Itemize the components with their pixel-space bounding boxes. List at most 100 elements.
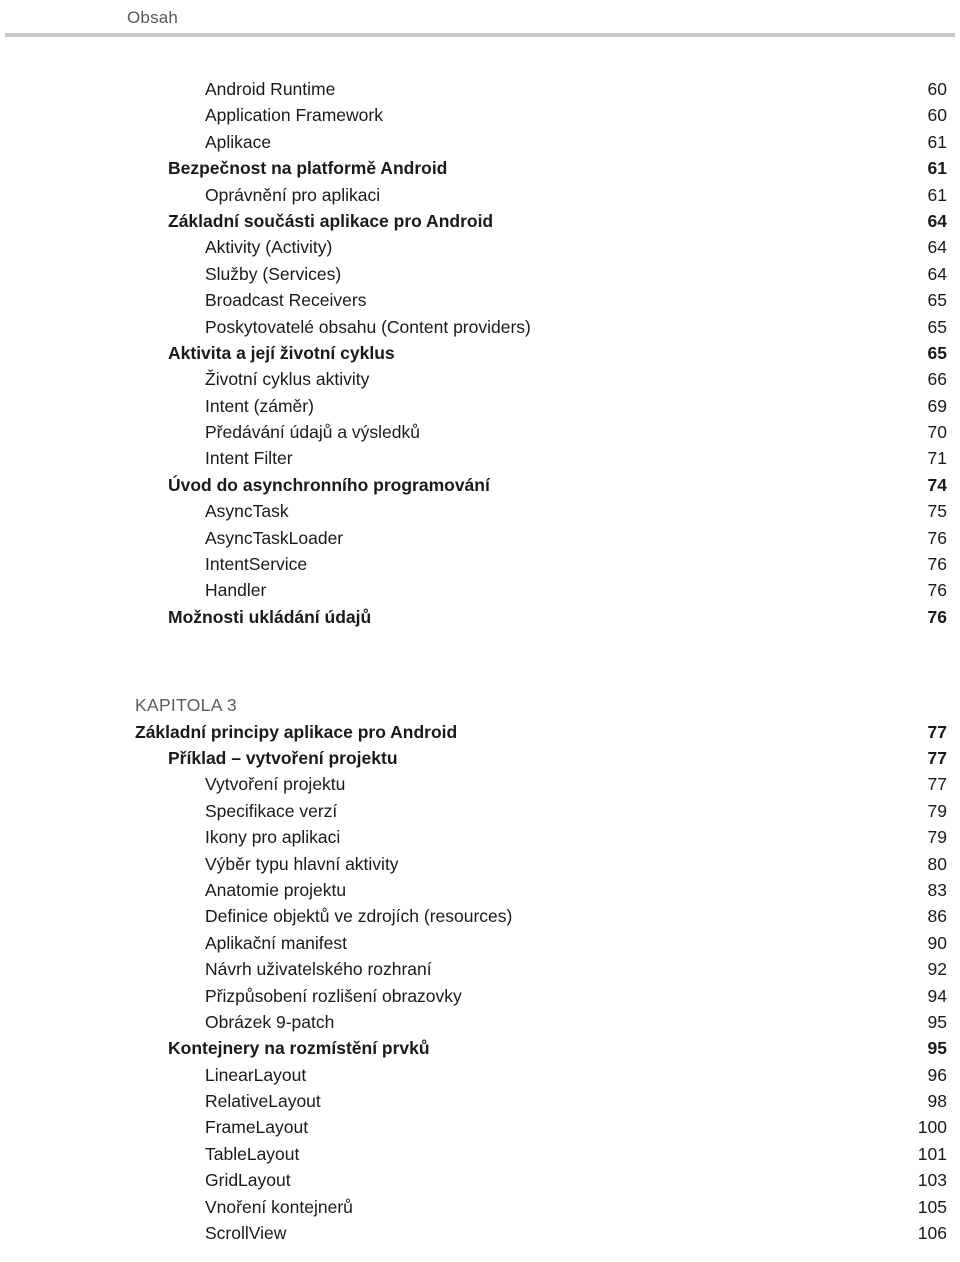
toc-entry[interactable]: Služby (Services) 64 bbox=[0, 261, 960, 287]
toc-entry-label: AsyncTask bbox=[205, 501, 289, 522]
toc-entry[interactable]: Specifikace verzí 79 bbox=[0, 798, 960, 824]
toc-entry-page-number: 105 bbox=[917, 1196, 947, 1217]
toc-entry-page-number: 64 bbox=[927, 210, 947, 231]
toc-entry[interactable]: Možnosti ukládání údajů 76 bbox=[0, 604, 960, 630]
toc-entry[interactable]: Definice objektů ve zdrojích (resources)… bbox=[0, 903, 960, 929]
toc-entry[interactable]: Předávání údajů a výsledků 70 bbox=[0, 419, 960, 445]
toc-entry[interactable]: RelativeLayout 98 bbox=[0, 1088, 960, 1114]
toc-entry[interactable]: Základní principy aplikace pro Android 77 bbox=[0, 719, 960, 745]
toc-entry[interactable]: Obrázek 9-patch 95 bbox=[0, 1009, 960, 1035]
toc-entry-label: GridLayout bbox=[205, 1170, 291, 1191]
toc-entry-label: Broadcast Receivers bbox=[205, 290, 367, 311]
toc-entry-page-number: 65 bbox=[927, 316, 947, 337]
toc-entry[interactable]: Aktivity (Activity) 64 bbox=[0, 234, 960, 260]
toc-entry-page-number: 61 bbox=[927, 184, 947, 205]
toc-entry[interactable]: IntentService 76 bbox=[0, 551, 960, 577]
toc-entry-label: Intent Filter bbox=[205, 448, 293, 469]
toc-entry[interactable]: LinearLayout 96 bbox=[0, 1062, 960, 1088]
toc-entry-page-number: 71 bbox=[927, 448, 947, 469]
toc-entry[interactable]: ScrollView 106 bbox=[0, 1220, 960, 1246]
toc-entry-page-number: 79 bbox=[927, 800, 947, 821]
running-head-title: Obsah bbox=[127, 8, 179, 27]
toc-entry-label: FrameLayout bbox=[205, 1117, 309, 1138]
toc-entry-label: Intent (záměr) bbox=[205, 395, 314, 416]
toc-entry-page-number: 83 bbox=[927, 879, 947, 900]
toc-entry[interactable]: Aplikační manifest 90 bbox=[0, 930, 960, 956]
toc-entry-page-number: 86 bbox=[927, 906, 947, 927]
toc-entry-label: RelativeLayout bbox=[205, 1091, 321, 1112]
toc-entry[interactable]: Broadcast Receivers 65 bbox=[0, 287, 960, 313]
toc-entry[interactable]: AsyncTask 75 bbox=[0, 498, 960, 524]
toc-entry[interactable]: Intent Filter 71 bbox=[0, 445, 960, 471]
toc-entry-label: Možnosti ukládání údajů bbox=[168, 606, 372, 627]
toc-entry[interactable]: Ikony pro aplikaci 79 bbox=[0, 824, 960, 850]
toc-entry[interactable]: Základní součásti aplikace pro Android 64 bbox=[0, 208, 960, 234]
toc-entry-label: Android Runtime bbox=[205, 79, 336, 99]
toc-entry-label: Přizpůsobení rozlišení obrazovky bbox=[205, 985, 462, 1006]
toc-entry[interactable]: TableLayout 101 bbox=[0, 1141, 960, 1167]
toc-entry-label: Životní cyklus aktivity bbox=[205, 369, 370, 390]
toc-entry-page-number: 77 bbox=[927, 721, 947, 742]
toc-entry-label: Oprávnění pro aplikaci bbox=[205, 184, 381, 205]
toc-entry-page-number: 95 bbox=[927, 1011, 947, 1032]
toc-entry-page-number: 76 bbox=[927, 580, 947, 601]
toc-entry-label: Příklad – vytvoření projektu bbox=[168, 747, 398, 768]
toc-entry[interactable]: Přizpůsobení rozlišení obrazovky 94 bbox=[0, 983, 960, 1009]
toc-entry-page-number: 60 bbox=[927, 79, 947, 99]
toc-entry-label: Definice objektů ve zdrojích (resources) bbox=[205, 906, 513, 927]
toc-entry-page-number: 60 bbox=[927, 105, 947, 126]
toc-entry-page-number: 95 bbox=[927, 1038, 947, 1059]
toc-spacer bbox=[0, 630, 960, 692]
toc-entry-label: Výběr typu hlavní aktivity bbox=[205, 853, 399, 874]
running-head-divider bbox=[5, 33, 955, 37]
toc-entry-label: Aktivita a její životní cyklus bbox=[168, 342, 395, 363]
toc-entry[interactable]: GridLayout 103 bbox=[0, 1167, 960, 1193]
toc-entry-label: Úvod do asynchronního programování bbox=[168, 474, 490, 495]
toc-entry[interactable]: AsyncTaskLoader 76 bbox=[0, 525, 960, 551]
toc-entry-page-number: 61 bbox=[927, 131, 947, 152]
toc-entry[interactable]: Anatomie projektu 83 bbox=[0, 877, 960, 903]
toc-entry-label: Obrázek 9-patch bbox=[205, 1011, 335, 1032]
toc-entry[interactable]: Úvod do asynchronního programování 74 bbox=[0, 472, 960, 498]
toc-entry-page-number: 96 bbox=[927, 1064, 947, 1085]
running-head: Obsah bbox=[0, 0, 960, 40]
toc-entry-label: Předávání údajů a výsledků bbox=[205, 422, 420, 443]
toc-entry-page-number: 69 bbox=[927, 395, 947, 416]
toc-entry[interactable]: Bezpečnost na platformě Android 61 bbox=[0, 155, 960, 181]
toc-entry-page-number: 103 bbox=[917, 1170, 947, 1191]
toc-entry-label: Kontejnery na rozmístění prvků bbox=[168, 1038, 430, 1059]
toc-entry[interactable]: Životní cyklus aktivity 66 bbox=[0, 366, 960, 392]
toc-entry[interactable]: Handler 76 bbox=[0, 577, 960, 603]
toc-entry-page-number: 64 bbox=[927, 263, 947, 284]
toc-entry-label: Specifikace verzí bbox=[205, 800, 338, 821]
toc-entry-page-number: 76 bbox=[927, 554, 947, 575]
toc-entry[interactable]: Návrh uživatelského rozhraní 92 bbox=[0, 956, 960, 982]
toc-entry-page-number: 98 bbox=[927, 1091, 947, 1112]
toc-entry[interactable]: Intent (záměr) 69 bbox=[0, 393, 960, 419]
toc-entry[interactable]: Vytvoření projektu 77 bbox=[0, 771, 960, 797]
toc-entry-page-number: 70 bbox=[927, 422, 947, 443]
toc-entry[interactable]: Výběr typu hlavní aktivity 80 bbox=[0, 851, 960, 877]
toc-chapter-label[interactable]: KAPITOLA 3 bbox=[0, 692, 960, 718]
toc-entry-label: Vytvoření projektu bbox=[205, 774, 346, 795]
toc-entry[interactable]: Application Framework 60 bbox=[0, 102, 960, 128]
toc-entry-label: IntentService bbox=[205, 554, 308, 575]
toc-entry[interactable]: Aplikace 61 bbox=[0, 129, 960, 155]
toc-entry[interactable]: Oprávnění pro aplikaci 61 bbox=[0, 182, 960, 208]
toc-entry-label: Poskytovatelé obsahu (Content providers) bbox=[205, 316, 531, 337]
toc-entry[interactable]: Poskytovatelé obsahu (Content providers)… bbox=[0, 314, 960, 340]
toc-entry[interactable]: Vnoření kontejnerů 105 bbox=[0, 1194, 960, 1220]
toc-entry-label: TableLayout bbox=[205, 1143, 300, 1164]
toc-entry[interactable]: Příklad – vytvoření projektu 77 bbox=[0, 745, 960, 771]
toc-entry-page-number: 61 bbox=[927, 158, 947, 179]
toc-entry-page-number: 92 bbox=[927, 959, 947, 980]
table-of-contents: Android Runtime 60 Application Framework 60… bbox=[0, 76, 960, 1246]
toc-entry-label: Aplikační manifest bbox=[205, 932, 348, 953]
toc-entry[interactable]: Aktivita a její životní cyklus 65 bbox=[0, 340, 960, 366]
toc-entry-label: ScrollView bbox=[205, 1223, 287, 1244]
toc-entry-label: KAPITOLA 3 bbox=[135, 695, 237, 716]
toc-entry[interactable]: Android Runtime 60 bbox=[0, 76, 960, 102]
toc-entry[interactable]: FrameLayout 100 bbox=[0, 1114, 960, 1140]
toc-entry-page-number: 100 bbox=[917, 1117, 947, 1138]
toc-entry[interactable]: Kontejnery na rozmístění prvků 95 bbox=[0, 1035, 960, 1061]
